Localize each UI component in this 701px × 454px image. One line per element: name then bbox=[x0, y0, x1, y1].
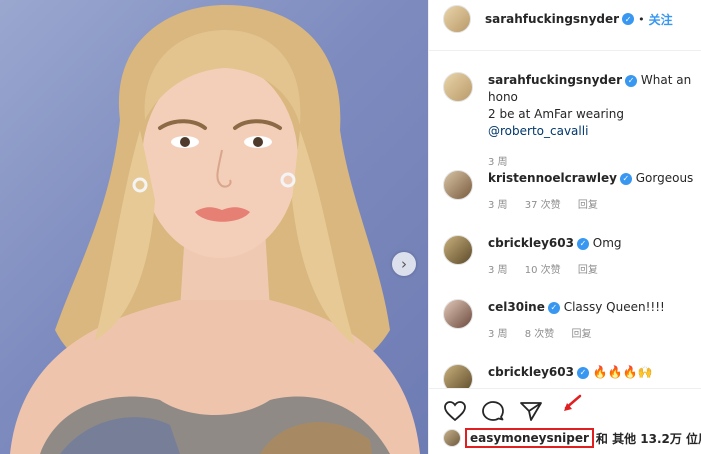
comment-item: cel30ine ✓ Classy Queen!!!! 3 周 8 次赞 回复 bbox=[443, 299, 698, 343]
caption-username[interactable]: sarahfuckingsnyder bbox=[488, 73, 622, 87]
verified-badge-icon: ✓ bbox=[619, 172, 632, 185]
comment-username[interactable]: cel30ine bbox=[488, 300, 545, 314]
carousel-next-button[interactable]: › bbox=[392, 252, 416, 276]
liked-by-others[interactable]: 和 其他 13.2万 位用户 bbox=[596, 430, 701, 447]
reply-button[interactable]: 回复 bbox=[578, 265, 598, 276]
commenter-avatar[interactable] bbox=[443, 299, 473, 329]
post-photo[interactable]: › bbox=[0, 0, 428, 454]
comment-username[interactable]: cbrickley603 bbox=[488, 365, 574, 379]
caption: sarahfuckingsnyder ✓ What an hono 2 be at… bbox=[443, 72, 698, 171]
comment-username[interactable]: kristennoelcrawley bbox=[488, 171, 617, 185]
comment-likes[interactable]: 10 次赞 bbox=[525, 265, 561, 276]
follow-button[interactable]: 关注 bbox=[649, 11, 673, 28]
comment-text: Omg bbox=[592, 236, 622, 250]
comment-item: kristennoelcrawley ✓ Gorgeous 3 周 37 次赞 回… bbox=[443, 170, 698, 214]
liker-avatar[interactable] bbox=[443, 429, 461, 447]
send-icon[interactable] bbox=[519, 400, 543, 422]
post-header: sarahfuckingsnyder ✓ • 关注 bbox=[429, 0, 701, 38]
separator-dot: • bbox=[638, 12, 645, 26]
chevron-right-icon: › bbox=[401, 254, 407, 273]
comment-text: 🔥🔥🔥🙌 bbox=[592, 365, 653, 379]
author-avatar[interactable] bbox=[443, 5, 471, 33]
commenter-avatar[interactable] bbox=[443, 170, 473, 200]
liked-by-line: easymoneysniper 和 其他 13.2万 位用户 bbox=[443, 428, 701, 448]
author-avatar[interactable] bbox=[443, 72, 473, 102]
verified-badge-icon: ✓ bbox=[622, 13, 635, 25]
comment-text: Classy Queen!!!! bbox=[563, 300, 665, 314]
comment-likes[interactable]: 37 次赞 bbox=[525, 200, 561, 211]
heart-icon[interactable] bbox=[443, 400, 467, 422]
header-divider bbox=[429, 50, 701, 51]
comment-item: cbrickley603 ✓ Omg 3 周 10 次赞 回复 bbox=[443, 235, 698, 279]
comment-text: Gorgeous bbox=[635, 171, 694, 185]
annotation-arrow-icon bbox=[564, 394, 582, 411]
reply-button[interactable]: 回复 bbox=[578, 200, 598, 211]
caption-mention-link[interactable]: @roberto_cavalli bbox=[488, 123, 698, 140]
author-username[interactable]: sarahfuckingsnyder bbox=[485, 12, 619, 26]
post-actions bbox=[443, 400, 543, 422]
comment-username[interactable]: cbrickley603 bbox=[488, 236, 574, 250]
reply-button[interactable]: 回复 bbox=[571, 329, 591, 340]
comment-time: 3 周 bbox=[488, 200, 508, 211]
caption-time: 3 周 bbox=[488, 157, 508, 168]
verified-badge-icon: ✓ bbox=[547, 301, 560, 314]
comment-likes[interactable]: 8 次赞 bbox=[525, 329, 555, 340]
verified-badge-icon: ✓ bbox=[625, 74, 638, 87]
comment-icon[interactable] bbox=[481, 400, 505, 422]
verified-badge-icon: ✓ bbox=[576, 366, 589, 379]
commenter-avatar[interactable] bbox=[443, 235, 473, 265]
comment-time: 3 周 bbox=[488, 329, 508, 340]
comments-panel: sarahfuckingsnyder ✓ • 关注 sarahfuckingsn… bbox=[428, 0, 701, 454]
caption-text-line2: 2 be at AmFar wearing bbox=[488, 107, 624, 121]
comment-time: 3 周 bbox=[488, 265, 508, 276]
liked-by-username[interactable]: easymoneysniper bbox=[465, 428, 594, 448]
portrait-illustration bbox=[10, 5, 420, 454]
verified-badge-icon: ✓ bbox=[576, 237, 589, 250]
